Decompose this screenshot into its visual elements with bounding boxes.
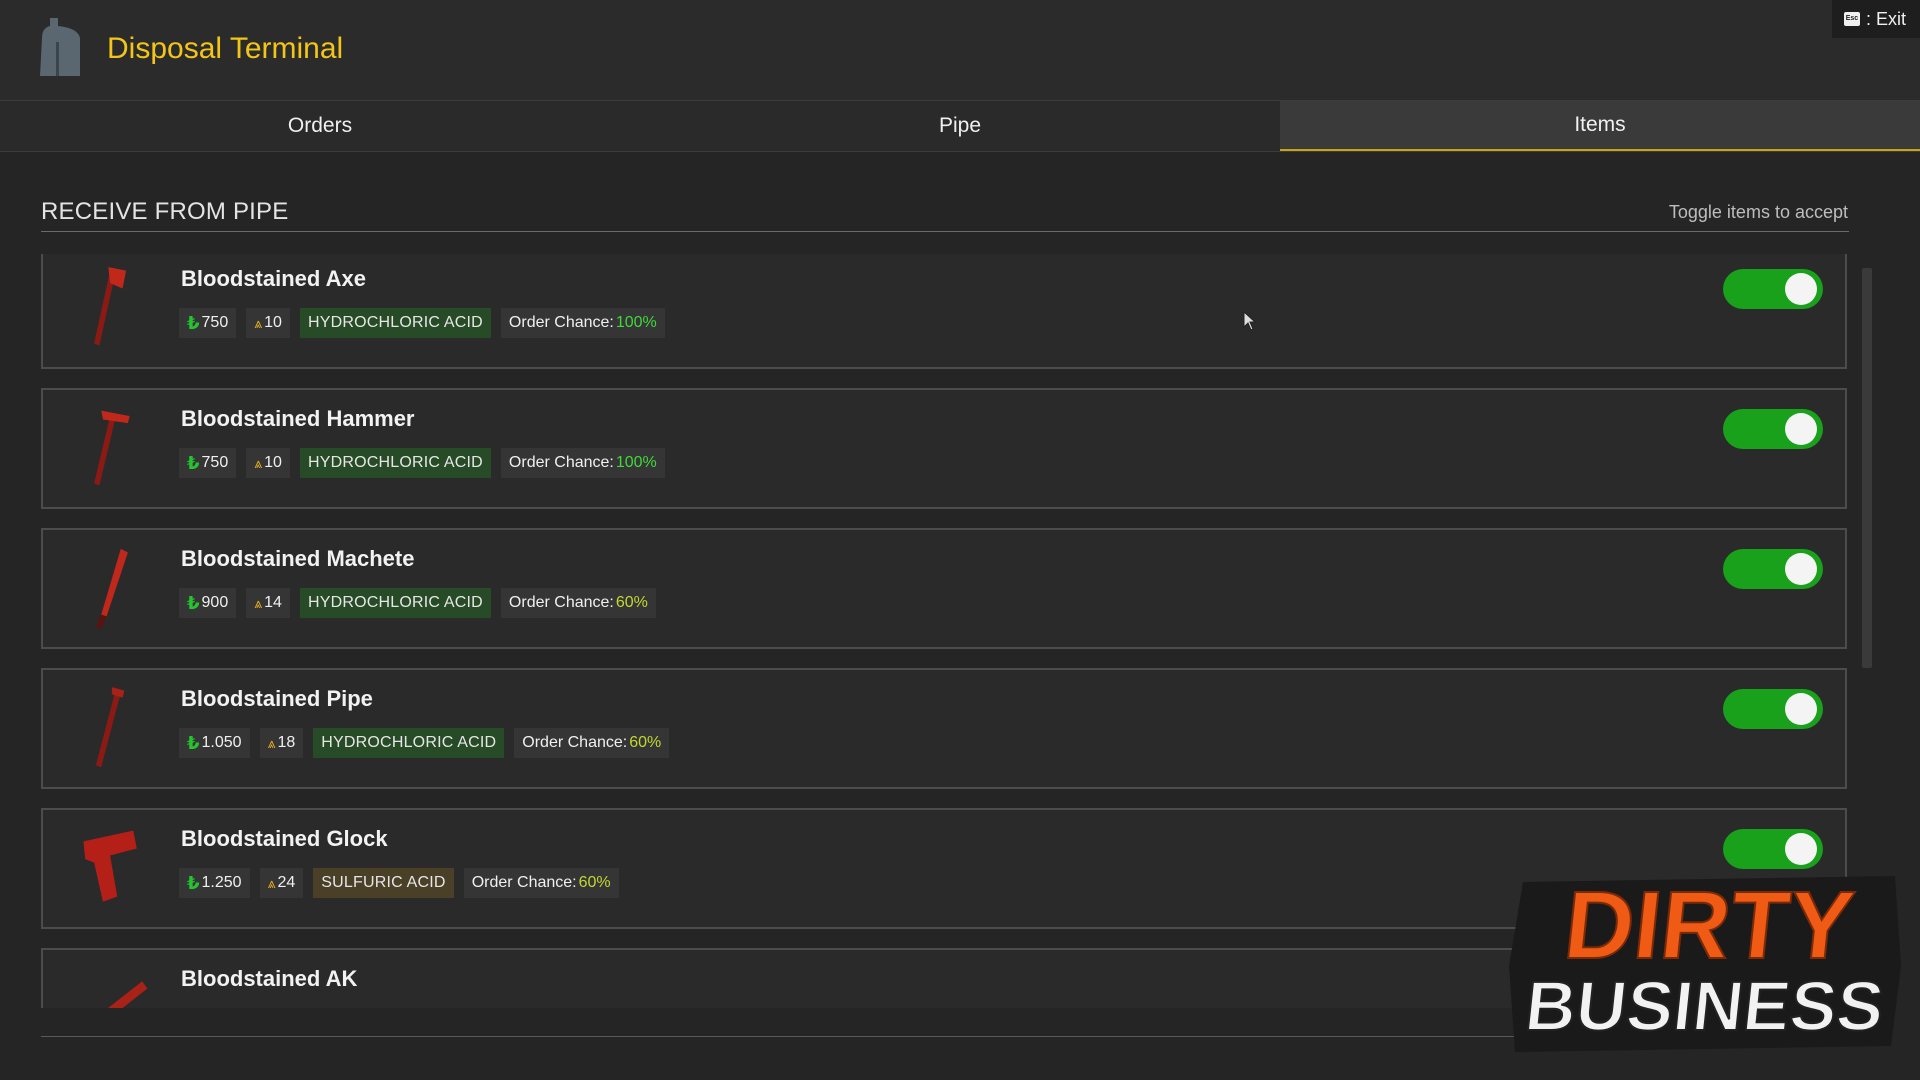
- tab-bar: Orders Pipe Items: [0, 100, 1920, 152]
- order-chance-label: Order Chance:: [471, 874, 577, 891]
- item-row: Bloodstained Axe ₺ 750 ⩓ 10 HYDROCHLORIC…: [41, 254, 1847, 369]
- level-chevron-icon: ⩓: [267, 874, 276, 891]
- money-icon: ₺: [187, 732, 200, 753]
- toggle-knob: [1785, 833, 1817, 865]
- logo-line1: DIRTY: [1560, 872, 1859, 979]
- item-name: Bloodstained Machete: [181, 546, 415, 571]
- acid-chip: SULFURIC ACID: [313, 868, 454, 898]
- level-chip: ⩓ 10: [246, 308, 290, 338]
- money-icon: ₺: [187, 452, 200, 473]
- level-chevron-icon: ⩓: [254, 314, 263, 331]
- pistol-icon: [83, 830, 137, 902]
- item-stats: ₺ 900 ⩓ 14 HYDROCHLORIC ACID Order Chanc…: [179, 588, 656, 618]
- money-icon: ₺: [187, 592, 200, 613]
- tab-pipe[interactable]: Pipe: [640, 101, 1280, 151]
- order-chance-chip: Order Chance: 100%: [500, 308, 665, 338]
- level-value: 10: [264, 314, 282, 331]
- price-chip: ₺ 750: [179, 448, 237, 478]
- order-chance-label: Order Chance:: [508, 314, 614, 331]
- order-chance-chip: Order Chance: 60%: [514, 728, 670, 758]
- order-chance-chip: Order Chance: 60%: [463, 868, 619, 898]
- logo-line2: BUSINESS: [1522, 966, 1888, 1045]
- item-name: Bloodstained Axe: [181, 266, 366, 291]
- item-name: Bloodstained AK: [181, 966, 358, 991]
- pipe-icon: [95, 687, 125, 768]
- price-value: 1.250: [201, 874, 242, 891]
- order-chance-chip: Order Chance: 100%: [500, 448, 665, 478]
- order-chance-label: Order Chance:: [522, 734, 628, 751]
- level-chevron-icon: ⩓: [254, 454, 263, 471]
- section-hint: Toggle items to accept: [1668, 202, 1848, 222]
- price-chip: ₺ 1.250: [179, 868, 250, 898]
- acid-chip: HYDROCHLORIC ACID: [299, 588, 491, 618]
- price-value: 1.050: [201, 734, 242, 751]
- exit-label: : Exit: [1865, 8, 1906, 29]
- order-chance-label: Order Chance:: [508, 454, 614, 471]
- esc-key-icon: Esc: [1843, 12, 1860, 26]
- level-chip: ⩓ 10: [246, 448, 290, 478]
- order-chance-chip: Order Chance: 60%: [500, 588, 656, 618]
- toggle-knob: [1785, 413, 1817, 445]
- header: Disposal Terminal Esc : Exit: [0, 0, 1920, 100]
- level-chevron-icon: ⩓: [267, 734, 276, 751]
- item-stats: ₺ 750 ⩓ 10 HYDROCHLORIC ACID Order Chanc…: [179, 308, 665, 338]
- item-row: Bloodstained Hammer ₺ 750 ⩓ 10 HYDROCHLO…: [41, 388, 1847, 509]
- accept-toggle[interactable]: [1723, 409, 1823, 449]
- acid-chip: HYDROCHLORIC ACID: [299, 448, 491, 478]
- price-chip: ₺ 900: [179, 588, 237, 618]
- machete-icon: [95, 548, 128, 629]
- exit-button[interactable]: Esc : Exit: [1831, 0, 1920, 38]
- money-icon: ₺: [187, 872, 200, 893]
- accept-toggle[interactable]: [1723, 549, 1823, 589]
- scrollbar-thumb[interactable]: [1862, 268, 1872, 668]
- accept-toggle[interactable]: [1723, 689, 1823, 729]
- rifle-icon: [108, 981, 148, 1008]
- price-chip: ₺ 1.050: [179, 728, 250, 758]
- toggle-knob: [1785, 273, 1817, 305]
- price-value: 900: [201, 594, 229, 611]
- order-chance-value: 60%: [578, 874, 611, 891]
- acid-chip: HYDROCHLORIC ACID: [313, 728, 505, 758]
- axe-icon: [94, 267, 127, 346]
- level-chip: ⩓ 18: [259, 728, 304, 758]
- price-value: 750: [201, 314, 229, 331]
- order-chance-value: 60%: [629, 734, 662, 751]
- price-chip: ₺ 750: [179, 308, 237, 338]
- order-chance-value: 100%: [615, 454, 657, 471]
- money-icon: ₺: [187, 312, 200, 333]
- order-chance-value: 100%: [615, 314, 657, 331]
- item-stats: ₺ 1.250 ⩓ 24 SULFURIC ACID Order Chance:…: [179, 868, 619, 898]
- level-value: 14: [264, 594, 282, 611]
- item-stats: ₺ 750 ⩓ 10 HYDROCHLORIC ACID Order Chanc…: [179, 448, 665, 478]
- tab-items[interactable]: Items: [1280, 101, 1920, 151]
- tab-orders[interactable]: Orders: [0, 101, 640, 151]
- item-name: Bloodstained Pipe: [181, 686, 373, 711]
- item-stats: ₺ 1.050 ⩓ 18 HYDROCHLORIC ACID Order Cha…: [179, 728, 670, 758]
- level-chip: ⩓ 24: [259, 868, 304, 898]
- level-chevron-icon: ⩓: [254, 594, 263, 611]
- item-name: Bloodstained Glock: [181, 826, 388, 851]
- page-title: Disposal Terminal: [107, 32, 344, 65]
- disposal-terminal-icon: [40, 18, 80, 76]
- dirty-business-logo: DIRTY BUSINESS: [1509, 871, 1901, 1052]
- hammer-icon: [94, 410, 130, 486]
- order-chance-value: 60%: [615, 594, 648, 611]
- item-name: Bloodstained Hammer: [181, 406, 415, 431]
- accept-toggle[interactable]: [1723, 269, 1823, 309]
- section-divider: [41, 231, 1849, 232]
- order-chance-label: Order Chance:: [508, 594, 614, 611]
- toggle-knob: [1785, 693, 1817, 725]
- mouse-cursor-icon: [1243, 311, 1257, 331]
- toggle-knob: [1785, 553, 1817, 585]
- level-value: 18: [277, 734, 296, 751]
- level-value: 10: [264, 454, 282, 471]
- item-row: Bloodstained Pipe ₺ 1.050 ⩓ 18 HYDROCHLO…: [41, 668, 1847, 789]
- price-value: 750: [201, 454, 229, 471]
- section-title: RECEIVE FROM PIPE: [41, 198, 289, 225]
- level-chip: ⩓ 14: [246, 588, 290, 618]
- accept-toggle[interactable]: [1723, 829, 1823, 869]
- level-value: 24: [277, 874, 296, 891]
- item-row: Bloodstained Machete ₺ 900 ⩓ 14 HYDROCHL…: [41, 528, 1847, 649]
- acid-chip: HYDROCHLORIC ACID: [299, 308, 491, 338]
